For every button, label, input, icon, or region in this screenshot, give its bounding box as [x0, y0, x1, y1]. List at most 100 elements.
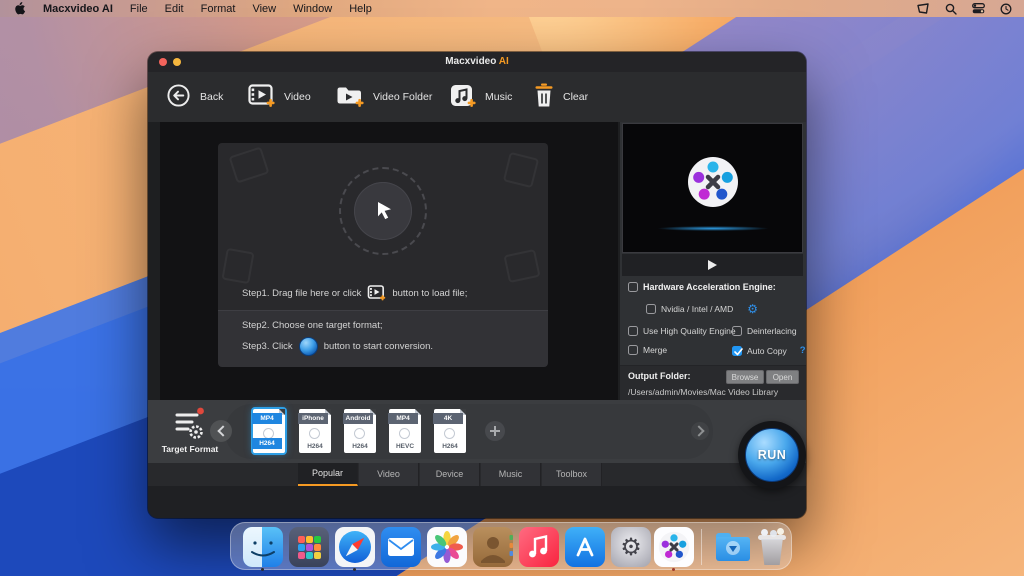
- menu-item-help[interactable]: Help: [349, 3, 372, 15]
- play-icon: [708, 260, 717, 270]
- format-card-title: 4K: [433, 413, 463, 424]
- clear-button[interactable]: Clear: [534, 72, 588, 122]
- load-music-button[interactable]: Music: [450, 72, 512, 122]
- dock: ⚙: [230, 522, 792, 570]
- title-bar: Macxvideo AI: [148, 52, 806, 72]
- display-icon[interactable]: [916, 3, 930, 15]
- dock-separator: [701, 529, 702, 565]
- load-video-label: Video: [284, 91, 311, 103]
- menu-item-view[interactable]: View: [252, 3, 276, 15]
- format-card-iphone-h264[interactable]: iPhone H264: [299, 409, 331, 453]
- gpu-checkbox[interactable]: [646, 304, 656, 314]
- back-button[interactable]: Back: [166, 72, 223, 122]
- launchpad-grid: [298, 536, 305, 543]
- merge-label: Merge: [643, 345, 667, 355]
- load-video-button[interactable]: Video: [248, 72, 311, 122]
- format-card-codec: HEVC: [389, 443, 421, 450]
- tab-toolbox[interactable]: Toolbox: [542, 463, 602, 486]
- downloads-folder-icon[interactable]: [713, 527, 753, 567]
- tab-video[interactable]: Video: [359, 463, 419, 486]
- play-button[interactable]: [622, 254, 803, 276]
- hardware-acceleration-checkbox[interactable]: [628, 282, 638, 292]
- menu-item-window[interactable]: Window: [293, 3, 332, 15]
- add-video-folder-icon: [336, 84, 364, 111]
- format-card-4k-h264[interactable]: 4K H264: [434, 409, 466, 453]
- safari-icon[interactable]: [335, 527, 375, 567]
- trash-icon[interactable]: [752, 527, 792, 567]
- format-card-title: MP4: [252, 413, 282, 424]
- toolbar: Back Video Video Folder Music Clear: [148, 72, 806, 123]
- high-quality-checkbox[interactable]: [628, 326, 638, 336]
- output-folder-path: /Users/admin/Movies/Mac Video Library: [628, 387, 778, 397]
- photos-icon[interactable]: [427, 527, 467, 567]
- format-card-mp4-h264[interactable]: MP4 H264: [253, 409, 285, 453]
- inline-run-icon: [299, 337, 318, 356]
- run-button-label: RUN: [745, 428, 799, 482]
- step1-instruction: Step1. Drag file here or click button to…: [242, 285, 467, 301]
- category-tabs: Popular Video Device Music Toolbox: [148, 463, 806, 486]
- target-format-label: Target Format: [148, 444, 232, 454]
- menu-item-file[interactable]: File: [130, 3, 148, 15]
- scroll-right-button[interactable]: [691, 422, 709, 440]
- add-video-icon: [248, 84, 275, 111]
- right-panel: Hardware Acceleration Engine: Nvidia / I…: [620, 122, 806, 400]
- format-card-codec: H264: [252, 438, 282, 449]
- mail-icon[interactable]: [381, 527, 421, 567]
- menu-app-name[interactable]: Macxvideo AI: [43, 3, 113, 15]
- ghost-photo-icon: [503, 152, 539, 188]
- menu-item-edit[interactable]: Edit: [165, 3, 184, 15]
- file-drop-zone[interactable]: Step1. Drag file here or click button to…: [218, 143, 548, 310]
- window-title-main: Macxvideo: [445, 56, 496, 67]
- drop-target-core[interactable]: [354, 182, 412, 240]
- tab-device[interactable]: Device: [420, 463, 480, 486]
- load-video-folder-button[interactable]: Video Folder: [336, 72, 432, 122]
- apple-menu-icon[interactable]: [15, 2, 26, 15]
- step2-instruction: Step2. Choose one target format;: [242, 320, 548, 331]
- menu-item-format[interactable]: Format: [201, 3, 236, 15]
- steps-panel: Step1. Drag file here or click button to…: [218, 143, 548, 367]
- format-card-title: iPhone: [298, 413, 328, 424]
- gpu-label: Nvidia / Intel / AMD: [661, 304, 733, 314]
- macxvideo-running-indicator: [672, 568, 675, 571]
- film-reel-icon: [309, 428, 320, 439]
- tab-popular[interactable]: Popular: [298, 463, 358, 486]
- scroll-left-button[interactable]: [210, 420, 232, 442]
- merge-checkbox[interactable]: [628, 345, 638, 355]
- music-icon[interactable]: [519, 527, 559, 567]
- add-format-button[interactable]: [485, 421, 505, 441]
- auto-copy-checkbox[interactable]: [732, 346, 742, 356]
- launchpad-icon[interactable]: [289, 527, 329, 567]
- open-button[interactable]: Open: [766, 370, 799, 384]
- window-footer: [148, 486, 806, 518]
- run-button[interactable]: RUN: [738, 421, 806, 489]
- search-icon[interactable]: [945, 3, 957, 15]
- contacts-icon[interactable]: [473, 527, 513, 567]
- control-center-icon[interactable]: [972, 3, 985, 14]
- gpu-settings-gear-icon[interactable]: ⚙: [747, 304, 758, 314]
- macxvideo-dock-icon[interactable]: [654, 527, 694, 567]
- app-store-icon[interactable]: [565, 527, 605, 567]
- hardware-acceleration-label: Hardware Acceleration Engine:: [643, 282, 776, 292]
- finder-icon[interactable]: [243, 527, 283, 567]
- target-format-icon[interactable]: [172, 406, 206, 447]
- deinterlacing-label: Deinterlacing: [747, 326, 797, 336]
- system-settings-icon[interactable]: ⚙: [611, 527, 651, 567]
- add-music-icon: [450, 84, 476, 111]
- drop-target-circle[interactable]: [339, 167, 427, 255]
- ghost-music-icon: [221, 248, 254, 284]
- clock-icon[interactable]: [1000, 3, 1012, 15]
- format-card-android-h264[interactable]: Android H264: [344, 409, 376, 453]
- format-card-codec: H264: [344, 443, 376, 450]
- format-card-mp4-hevc[interactable]: MP4 HEVC: [389, 409, 421, 453]
- chevron-left-icon: [217, 425, 228, 436]
- merge-row: Merge: [628, 345, 667, 355]
- step3-text-suffix: button to start conversion.: [324, 341, 433, 352]
- deinterlacing-checkbox[interactable]: [732, 326, 742, 336]
- desktop: Macxvideo AI File Edit Format View Windo…: [0, 0, 1024, 576]
- auto-copy-help-icon[interactable]: ?: [800, 345, 806, 356]
- gpu-row: Nvidia / Intel / AMD ⚙: [646, 304, 758, 314]
- browse-button[interactable]: Browse: [726, 370, 764, 384]
- macxvideo-logo: [685, 154, 741, 210]
- chevron-right-icon: [693, 425, 704, 436]
- tab-music[interactable]: Music: [481, 463, 541, 486]
